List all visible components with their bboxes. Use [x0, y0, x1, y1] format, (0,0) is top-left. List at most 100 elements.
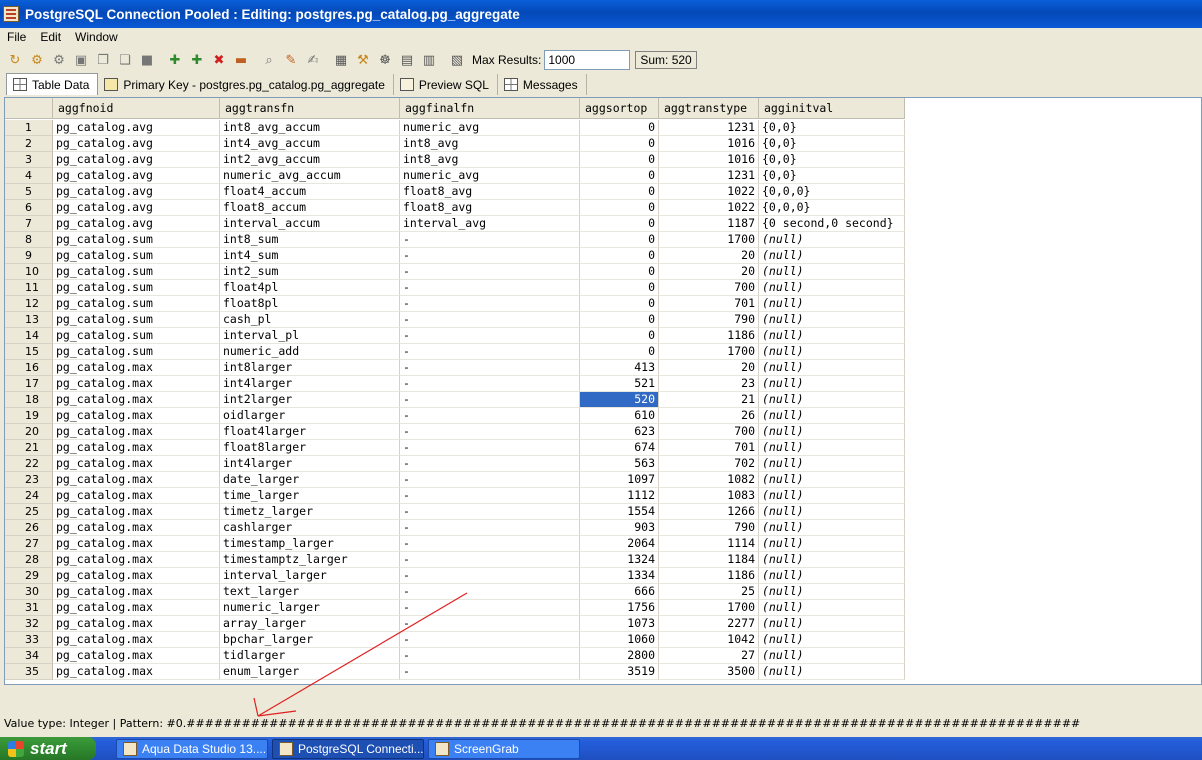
table-cell[interactable]: - — [400, 440, 580, 456]
edit-icon[interactable]: ✎ — [280, 49, 302, 71]
table-row[interactable]: 3 pg_catalog.avg int2_avg_accum int8_avg 0 10… — [5, 152, 905, 168]
table-cell[interactable]: enum_larger — [220, 664, 400, 680]
table-cell[interactable]: - — [400, 520, 580, 536]
table-cell[interactable]: 0 — [580, 280, 659, 296]
table-row[interactable]: 24 pg_catalog.max time_larger -1112 1083 (nul… — [5, 488, 905, 504]
table-cell[interactable]: pg_catalog.sum — [53, 296, 220, 312]
task-screengrab[interactable]: ScreenGrab — [428, 738, 580, 759]
table-cell[interactable]: pg_catalog.max — [53, 424, 220, 440]
table-row[interactable]: 25 pg_catalog.max timetz_larger -1554 1266 (n… — [5, 504, 905, 520]
table-cell[interactable]: numeric_avg_accum — [220, 168, 400, 184]
table-cell[interactable]: int8_avg_accum — [220, 120, 400, 136]
table-row[interactable]: 16 pg_catalog.max int8larger -413 20 (null) — [5, 360, 905, 376]
table-cell[interactable]: - — [400, 280, 580, 296]
table-row[interactable]: 30 pg_catalog.max text_larger -666 25 (null) — [5, 584, 905, 600]
table-cell[interactable]: (null) — [759, 488, 905, 504]
table-cell[interactable]: (null) — [759, 456, 905, 472]
table-cell[interactable]: (null) — [759, 248, 905, 264]
table-cell[interactable]: 1016 — [659, 152, 759, 168]
data-grid[interactable]: aggfnoid aggtransfn aggfinalfn aggsortop agg… — [4, 97, 1202, 685]
tab-primary-key[interactable]: Primary Key - postgres.pg_catalog.pg_agg… — [98, 74, 394, 95]
table-cell[interactable]: - — [400, 296, 580, 312]
table-cell[interactable]: 700 — [659, 280, 759, 296]
table-cell[interactable]: numeric_avg — [400, 120, 580, 136]
table-cell[interactable]: pg_catalog.sum — [53, 344, 220, 360]
find-icon[interactable]: ⌕ — [258, 49, 280, 71]
table-cell[interactable]: 623 — [580, 424, 659, 440]
table-cell[interactable]: - — [400, 632, 580, 648]
table-row[interactable]: 33 pg_catalog.max bpchar_larger -1060 1042 (n… — [5, 632, 905, 648]
grid-icon[interactable]: ▦ — [330, 49, 352, 71]
table-row[interactable]: 10 pg_catalog.sum int2_sum -0 20 (null) — [5, 264, 905, 280]
task-aqua-data-studio[interactable]: Aqua Data Studio 13.... — [116, 738, 268, 759]
table-cell[interactable]: (null) — [759, 584, 905, 600]
copy-icon[interactable]: ❐ — [92, 49, 114, 71]
table-cell[interactable]: oidlarger — [220, 408, 400, 424]
table-cell[interactable]: {0,0} — [759, 120, 905, 136]
table-cell[interactable]: 0 — [580, 216, 659, 232]
table-cell[interactable]: pg_catalog.max — [53, 456, 220, 472]
table-cell[interactable]: - — [400, 488, 580, 504]
table-cell[interactable]: cashlarger — [220, 520, 400, 536]
table-cell[interactable]: 0 — [580, 136, 659, 152]
table-cell[interactable]: (null) — [759, 392, 905, 408]
table-cell[interactable]: pg_catalog.max — [53, 472, 220, 488]
table-cell[interactable]: 27 — [659, 648, 759, 664]
table-cell[interactable]: 1073 — [580, 616, 659, 632]
table-cell[interactable]: 701 — [659, 296, 759, 312]
filter-icon[interactable]: ⚒ — [352, 49, 374, 71]
aggfinalfn-header[interactable]: aggfinalfn — [400, 98, 580, 119]
table-cell[interactable]: float8_avg — [400, 184, 580, 200]
table-cell[interactable]: cash_pl — [220, 312, 400, 328]
table-cell[interactable]: (null) — [759, 328, 905, 344]
table-cell[interactable]: pg_catalog.max — [53, 600, 220, 616]
table-cell[interactable]: 1700 — [659, 232, 759, 248]
table-cell[interactable]: 1186 — [659, 328, 759, 344]
table-cell[interactable]: pg_catalog.max — [53, 520, 220, 536]
tab-table-data[interactable]: Table Data — [6, 73, 99, 95]
table-cell[interactable]: (null) — [759, 648, 905, 664]
tab-messages[interactable]: Messages — [498, 74, 587, 95]
table-cell[interactable]: 20 — [659, 248, 759, 264]
table-row[interactable]: 19 pg_catalog.max oidlarger -610 26 (null) — [5, 408, 905, 424]
table-row[interactable]: 12 pg_catalog.sum float8pl -0 701 (null) — [5, 296, 905, 312]
table-cell[interactable]: float4larger — [220, 424, 400, 440]
table-cell[interactable]: pg_catalog.max — [53, 648, 220, 664]
table-cell[interactable]: int8_avg — [400, 136, 580, 152]
table-row[interactable]: 13 pg_catalog.sum cash_pl -0 790 (null) — [5, 312, 905, 328]
table-row[interactable]: 17 pg_catalog.max int4larger -521 23 (null) — [5, 376, 905, 392]
table-cell[interactable]: 0 — [580, 312, 659, 328]
table-cell[interactable]: timetz_larger — [220, 504, 400, 520]
table-cell[interactable]: - — [400, 472, 580, 488]
table-cell[interactable]: 3500 — [659, 664, 759, 680]
table-cell[interactable]: int2_sum — [220, 264, 400, 280]
table-cell[interactable]: int4_avg_accum — [220, 136, 400, 152]
table-cell[interactable]: float8_accum — [220, 200, 400, 216]
table-cell[interactable]: 1022 — [659, 200, 759, 216]
table-cell[interactable]: 2277 — [659, 616, 759, 632]
table-cell[interactable]: interval_avg — [400, 216, 580, 232]
table-cell[interactable]: (null) — [759, 296, 905, 312]
clear-icon[interactable]: ▬ — [230, 49, 252, 71]
table-cell[interactable]: int2larger — [220, 392, 400, 408]
menu-window[interactable]: Window — [68, 30, 125, 44]
table-cell[interactable]: int2_avg_accum — [220, 152, 400, 168]
table-cell[interactable]: - — [400, 600, 580, 616]
table-cell[interactable]: (null) — [759, 600, 905, 616]
table-cell[interactable]: 1231 — [659, 120, 759, 136]
table-cell[interactable]: (null) — [759, 472, 905, 488]
aggtransfn-header[interactable]: aggtransfn — [220, 98, 400, 119]
menu-edit[interactable]: Edit — [33, 30, 68, 44]
table-row[interactable]: 8 pg_catalog.sum int8_sum -0 1700 (null) — [5, 232, 905, 248]
table-cell[interactable]: 0 — [580, 152, 659, 168]
table-cell[interactable]: pg_catalog.avg — [53, 184, 220, 200]
table-cell[interactable]: 0 — [580, 232, 659, 248]
table-cell[interactable]: - — [400, 568, 580, 584]
table-cell[interactable]: int4larger — [220, 376, 400, 392]
table-cell[interactable]: 1324 — [580, 552, 659, 568]
table-cell[interactable]: numeric_add — [220, 344, 400, 360]
table-cell[interactable]: 1083 — [659, 488, 759, 504]
agginitval-header[interactable]: agginitval — [759, 98, 905, 119]
table-cell[interactable]: - — [400, 248, 580, 264]
table-cell[interactable]: numeric_larger — [220, 600, 400, 616]
